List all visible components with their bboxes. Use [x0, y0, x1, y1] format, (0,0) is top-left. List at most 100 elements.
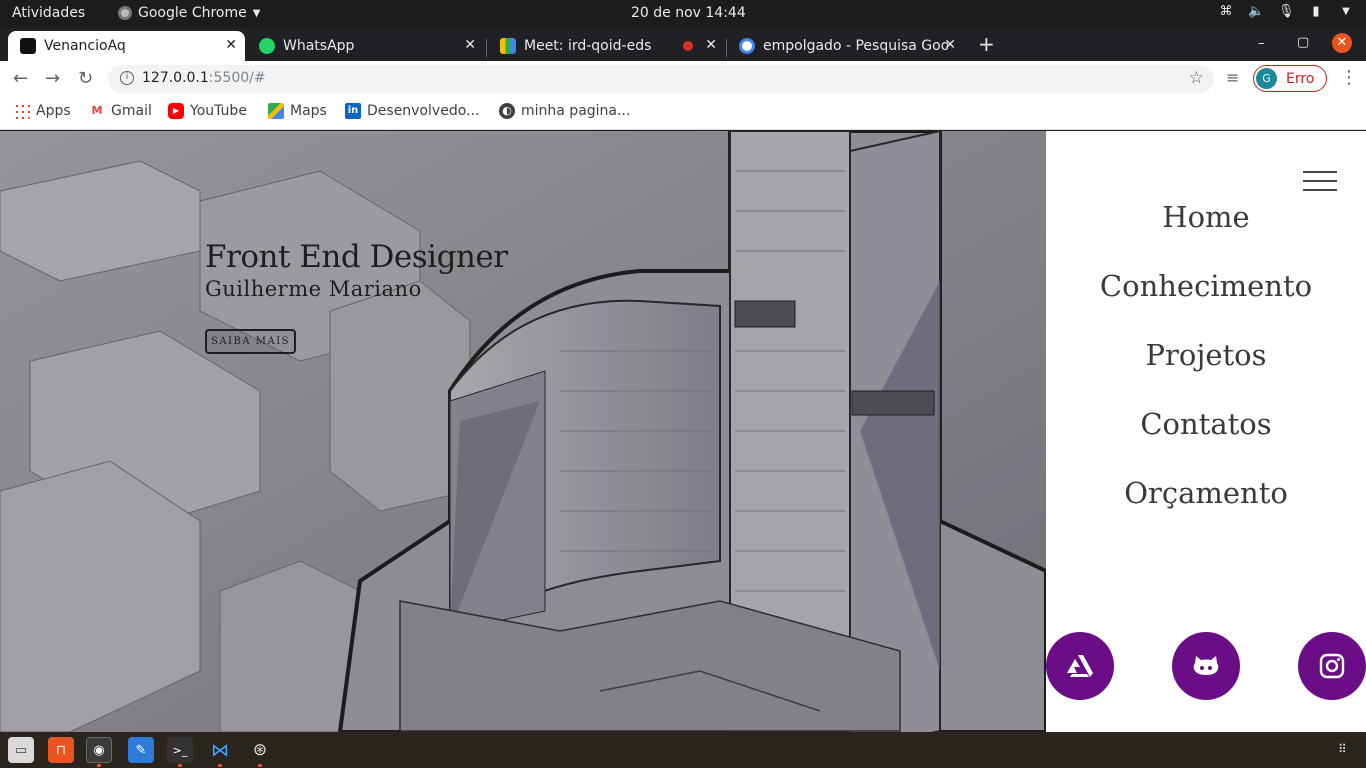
chevron-down-icon: ▼ — [252, 7, 261, 19]
new-tab-button[interactable]: + — [978, 32, 995, 56]
show-applications-icon[interactable]: ⠿ — [1338, 742, 1352, 756]
browser-toolbar: ← → ↻ i 127.0.0.1:5500/# ☆ — [0, 61, 1366, 97]
artstation-button[interactable] — [1046, 632, 1114, 700]
battery-icon: ▮ — [1312, 4, 1320, 19]
bookmark-label: YouTube — [190, 103, 247, 119]
vscode-icon[interactable]: ⋈ — [207, 737, 233, 763]
app-menu[interactable]: Google Chrome ▼ — [118, 5, 260, 21]
tab-divider — [486, 39, 487, 57]
close-window-button[interactable]: ✕ — [1332, 33, 1352, 53]
clock[interactable]: 20 de nov 14:44 — [631, 5, 746, 21]
app-menu-label: Google Chrome — [138, 5, 247, 21]
tab-title: empolgado - Pesquisa Goo — [763, 38, 948, 54]
maximize-icon[interactable]: ▢ — [1297, 35, 1309, 50]
running-indicator — [178, 764, 182, 767]
url-host: 127.0.0.1 — [142, 70, 209, 86]
whatsapp-icon — [259, 38, 275, 54]
instagram-button[interactable] — [1298, 632, 1366, 700]
bookmark-gmail[interactable]: M Gmail — [89, 103, 152, 119]
files-icon[interactable]: ▭ — [8, 737, 34, 763]
taskbar-dock: ▭ ⊓ ◉ ✎ >_ ⋈ ⊛ ⠿ — [0, 732, 1366, 768]
close-tab-icon[interactable]: ✕ — [705, 37, 717, 53]
minimize-icon[interactable]: – — [1258, 36, 1265, 51]
nav-item-contatos[interactable]: Contatos — [1046, 398, 1366, 467]
nav-item-orcamento[interactable]: Orçamento — [1046, 467, 1366, 536]
nav-item-conhecimento[interactable]: Conhecimento — [1046, 260, 1366, 329]
maps-icon — [268, 103, 284, 119]
linkedin-icon: in — [345, 103, 361, 119]
avatar: G — [1256, 68, 1277, 89]
nav-item-home[interactable]: Home — [1046, 191, 1366, 260]
hero-subtitle: Guilherme Mariano — [205, 277, 422, 301]
text-editor-icon[interactable]: ✎ — [128, 737, 154, 763]
address-bar[interactable]: i 127.0.0.1:5500/# ☆ — [108, 65, 1214, 93]
forward-arrow-icon[interactable]: → — [45, 68, 60, 89]
instagram-icon — [1319, 653, 1345, 679]
running-indicator — [97, 764, 101, 767]
nav-item-projetos[interactable]: Projetos — [1046, 329, 1366, 398]
tab-venancioaq[interactable]: VenancioAq ✕ — [8, 31, 245, 61]
bookmark-star-icon[interactable]: ☆ — [1189, 68, 1204, 88]
android-studio-icon[interactable]: ⊛ — [247, 737, 273, 763]
tab-title: VenancioAq — [44, 38, 126, 54]
bookmark-maps[interactable]: Maps — [268, 103, 327, 119]
bookmark-desenvolvedor[interactable]: in Desenvolvedo... — [345, 103, 479, 119]
profile-button[interactable]: G Erro — [1253, 65, 1327, 92]
github-button[interactable] — [1172, 632, 1240, 700]
tab-title: Meet: ird-qoid-eds — [524, 38, 652, 54]
bookmark-label: minha pagina... — [521, 103, 631, 119]
globe-icon: ◐ — [499, 103, 515, 119]
chrome-icon[interactable]: ◉ — [86, 737, 112, 763]
network-icon: ⌘ — [1219, 4, 1233, 19]
meet-icon — [500, 38, 516, 54]
side-navigation-panel: Home Conhecimento Projetos Contatos Orça… — [1046, 131, 1366, 732]
terminal-icon[interactable]: >_ — [167, 737, 193, 763]
microphone-icon: 🎙 — [1278, 4, 1295, 19]
site-favicon-icon — [20, 38, 36, 54]
bookmark-label: Maps — [290, 103, 327, 119]
hero-section: Front End Designer Guilherme Mariano SAI… — [0, 131, 1046, 732]
bookmark-minha-pagina[interactable]: ◐ minha pagina... — [499, 103, 630, 119]
running-indicator — [218, 764, 222, 767]
youtube-icon: ▶ — [168, 103, 184, 119]
tab-strip: VenancioAq ✕ WhatsApp ✕ Meet: ird-qoid-e… — [0, 27, 1366, 61]
media-control-icon[interactable]: ≡ — [1226, 68, 1239, 87]
bookmark-youtube[interactable]: ▶ YouTube — [168, 103, 247, 119]
back-arrow-icon[interactable]: ← — [13, 68, 28, 89]
url-text[interactable]: 127.0.0.1:5500/# — [142, 70, 266, 86]
reload-icon[interactable]: ↻ — [78, 68, 93, 89]
artstation-icon — [1067, 655, 1093, 677]
city-background-illustration — [0, 131, 1046, 732]
tab-title: WhatsApp — [283, 38, 355, 54]
bookmark-label: Gmail — [111, 103, 152, 119]
site-info-icon[interactable]: i — [120, 71, 134, 85]
gmail-icon: M — [91, 104, 103, 117]
more-menu-icon[interactable]: ⋮ — [1340, 67, 1358, 88]
hamburger-menu-icon[interactable] — [1303, 171, 1337, 191]
nav-menu: Home Conhecimento Projetos Contatos Orça… — [1046, 191, 1366, 536]
bookmark-label: Apps — [36, 103, 71, 119]
profile-status: Erro — [1286, 70, 1315, 87]
close-tab-icon[interactable]: ✕ — [944, 37, 956, 53]
tab-google-search[interactable]: empolgado - Pesquisa Goo ✕ — [727, 31, 964, 61]
close-tab-icon[interactable]: ✕ — [464, 37, 476, 53]
volume-icon: 🔈 — [1248, 4, 1265, 19]
system-top-bar: Atividades Google Chrome ▼ 20 de nov 14:… — [0, 0, 1366, 27]
bookmark-apps[interactable]: Apps — [14, 103, 71, 119]
apps-grid-icon — [14, 103, 30, 119]
page-viewport: Front End Designer Guilherme Mariano SAI… — [0, 131, 1366, 732]
saiba-mais-button[interactable]: SAIBA MAIS — [205, 329, 296, 354]
tab-meet[interactable]: Meet: ird-qoid-eds ✕ — [488, 31, 725, 61]
tab-whatsapp[interactable]: WhatsApp ✕ — [247, 31, 484, 61]
url-path: :5500/# — [208, 70, 266, 86]
recording-icon — [683, 41, 693, 51]
google-icon — [739, 38, 755, 54]
activities-button[interactable]: Atividades — [12, 5, 85, 21]
chrome-icon — [118, 6, 132, 20]
running-indicator — [258, 764, 262, 767]
bookmark-label: Desenvolvedo... — [367, 103, 480, 119]
software-center-icon[interactable]: ⊓ — [48, 737, 74, 763]
close-tab-icon[interactable]: ✕ — [225, 37, 237, 53]
bookmarks-bar: Apps M Gmail ▶ YouTube Maps in Desenvolv… — [0, 97, 1366, 130]
system-tray[interactable]: ⌘ 🔈 🎙 ▮ ▼ — [1218, 4, 1354, 20]
